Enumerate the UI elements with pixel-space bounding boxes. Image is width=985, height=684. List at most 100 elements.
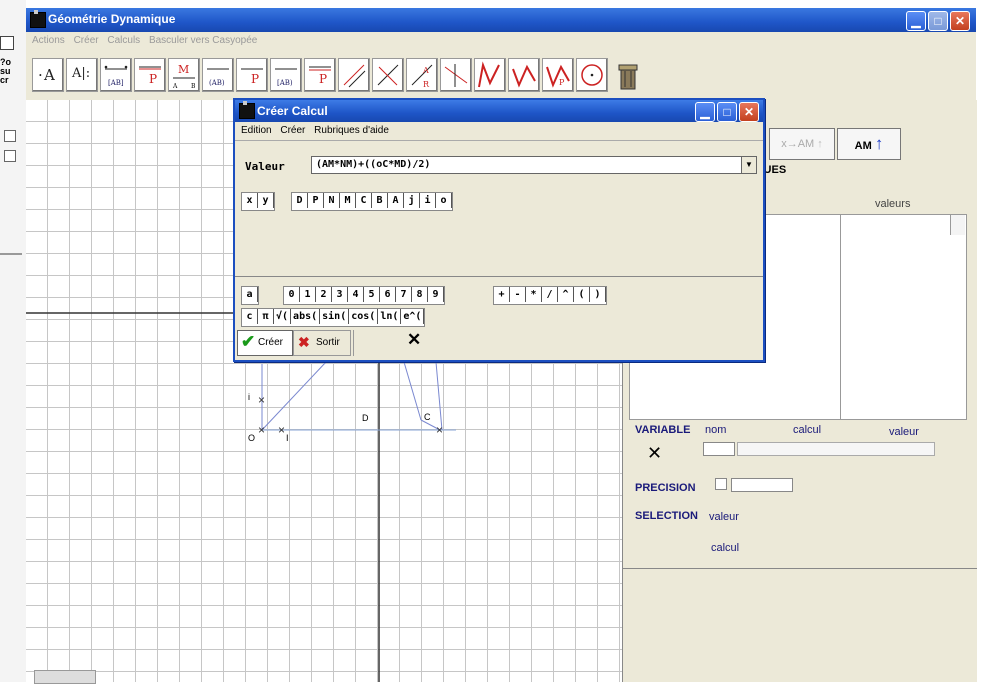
tool-point-on-object[interactable]: A|:	[66, 58, 98, 92]
tool-segment[interactable]: [AB]	[100, 58, 132, 92]
key-exp[interactable]: e^(	[401, 309, 425, 324]
tool-parallel[interactable]	[338, 58, 370, 92]
svg-text:×: ×	[436, 423, 443, 437]
key-i[interactable]: i	[420, 193, 436, 208]
dialog-menu-aide[interactable]: Rubriques d'aide	[314, 125, 389, 136]
key-4[interactable]: 4	[348, 287, 364, 302]
key-c[interactable]: c	[242, 309, 258, 324]
key-6[interactable]: 6	[380, 287, 396, 302]
valeur-input[interactable]: (AM*NM)+((oC*MD)/2)	[311, 156, 747, 174]
tool-ray[interactable]: [AB)	[270, 58, 302, 92]
left-strip-check-1[interactable]	[4, 130, 16, 142]
key-times[interactable]: *	[526, 287, 542, 302]
dialog-titlebar[interactable]: Créer Calcul ▁ □ ✕	[235, 100, 763, 122]
key-a[interactable]: a	[242, 287, 258, 302]
maximize-icon[interactable]: □	[928, 11, 948, 31]
key-P[interactable]: P	[308, 193, 324, 208]
tool-point-on-segment[interactable]: P	[134, 58, 166, 92]
left-strip-text: ?o su cr	[0, 57, 11, 85]
key-0[interactable]: 0	[284, 287, 300, 302]
key-plus[interactable]: +	[494, 287, 510, 302]
menu-calculs[interactable]: Calculs	[107, 35, 140, 46]
tool-point[interactable]: · A	[32, 58, 64, 92]
key-B[interactable]: B	[372, 193, 388, 208]
key-pi[interactable]: π	[258, 309, 274, 324]
var-keys-points: DPNMCBAjio	[291, 192, 453, 211]
tool-curve[interactable]	[474, 58, 506, 92]
dialog-menu-edition[interactable]: Edition	[241, 125, 272, 136]
tool-reflection[interactable]: AR	[406, 58, 438, 92]
menu-creer[interactable]: Créer	[74, 35, 99, 46]
left-strip-check-2[interactable]	[4, 150, 16, 162]
key-o[interactable]: o	[436, 193, 452, 208]
dialog-menubar: Edition Créer Rubriques d'aide	[235, 122, 763, 140]
key-3[interactable]: 3	[332, 287, 348, 302]
precision-slider[interactable]	[731, 478, 793, 492]
svg-text:[AB]: [AB]	[108, 79, 124, 87]
key-minus[interactable]: -	[510, 287, 526, 302]
key-divide[interactable]: /	[542, 287, 558, 302]
keypad-divider	[235, 276, 763, 277]
trash-icon[interactable]	[612, 58, 644, 92]
variable-calcul-field[interactable]	[737, 442, 935, 456]
dialog-maximize-icon[interactable]: □	[717, 102, 737, 122]
dialog-close-icon[interactable]: ✕	[739, 102, 759, 122]
xy-to-am-button[interactable]: x→AM ↑	[769, 128, 835, 160]
key-1[interactable]: 1	[300, 287, 316, 302]
tool-circle[interactable]	[576, 58, 608, 92]
tool-fp[interactable]: P	[542, 58, 574, 92]
point-label-C: C	[424, 412, 431, 422]
key-D[interactable]: D	[292, 193, 308, 208]
creer-button[interactable]: ✔ Créer	[237, 330, 293, 356]
key-cos[interactable]: cos(	[349, 309, 379, 324]
tool-function[interactable]	[508, 58, 540, 92]
minimize-icon[interactable]: ▁	[906, 11, 926, 31]
tool-point-on-line[interactable]: P	[236, 58, 268, 92]
variable-calcul-label: calcul	[793, 424, 822, 436]
tool-line[interactable]: (AB)	[202, 58, 234, 92]
key-x[interactable]: x	[242, 193, 258, 208]
precision-checkbox[interactable]	[715, 478, 727, 490]
close-icon[interactable]: ✕	[950, 11, 970, 31]
key-ln[interactable]: ln(	[378, 309, 402, 324]
left-strip-box[interactable]	[0, 36, 14, 50]
list-scrollbar[interactable]	[950, 215, 965, 235]
dialog-menu-creer[interactable]: Créer	[280, 125, 305, 136]
sortir-button[interactable]: ✖ Sortir	[293, 330, 351, 356]
left-strip-divider	[0, 253, 22, 255]
var-keys-xy: xy	[241, 192, 275, 211]
menu-actions[interactable]: Actions	[32, 35, 65, 46]
key-C[interactable]: C	[356, 193, 372, 208]
variable-nom-field[interactable]	[703, 442, 735, 456]
key-sin[interactable]: sin(	[320, 309, 350, 324]
tool-perpendicular[interactable]	[372, 58, 404, 92]
dialog-minimize-icon[interactable]: ▁	[695, 102, 715, 122]
key-5[interactable]: 5	[364, 287, 380, 302]
variable-cross-icon[interactable]: ✕	[647, 442, 669, 464]
key-9[interactable]: 9	[428, 287, 444, 302]
key-close-paren[interactable]: )	[590, 287, 606, 302]
key-power[interactable]: ^	[558, 287, 574, 302]
am-button[interactable]: AM ↑	[837, 128, 901, 160]
key-abs[interactable]: abs(	[291, 309, 321, 324]
key-y[interactable]: y	[258, 193, 274, 208]
key-j[interactable]: j	[404, 193, 420, 208]
key-N[interactable]: N	[324, 193, 340, 208]
menu-basculer[interactable]: Basculer vers Casyopée	[149, 35, 257, 46]
selection-label: SELECTION	[635, 510, 698, 522]
key-A[interactable]: A	[388, 193, 404, 208]
key-open-paren[interactable]: (	[574, 287, 590, 302]
key-sqrt[interactable]: √(	[274, 309, 292, 324]
main-titlebar[interactable]: Géométrie Dynamique ▁ □ ✕	[26, 8, 976, 32]
creer-calcul-dialog: Créer Calcul ▁ □ ✕ Edition Créer Rubriqu…	[233, 98, 765, 362]
valeur-dropdown-icon[interactable]: ▼	[741, 156, 757, 174]
tool-midpoint[interactable]: M A B	[168, 58, 200, 92]
cross-icon[interactable]: ✕	[407, 330, 421, 350]
tool-tangent[interactable]	[440, 58, 472, 92]
key-8[interactable]: 8	[412, 287, 428, 302]
key-2[interactable]: 2	[316, 287, 332, 302]
key-M[interactable]: M	[340, 193, 356, 208]
tool-point-on-ray[interactable]: P	[304, 58, 336, 92]
key-7[interactable]: 7	[396, 287, 412, 302]
left-strip: ?o su cr	[0, 0, 26, 682]
